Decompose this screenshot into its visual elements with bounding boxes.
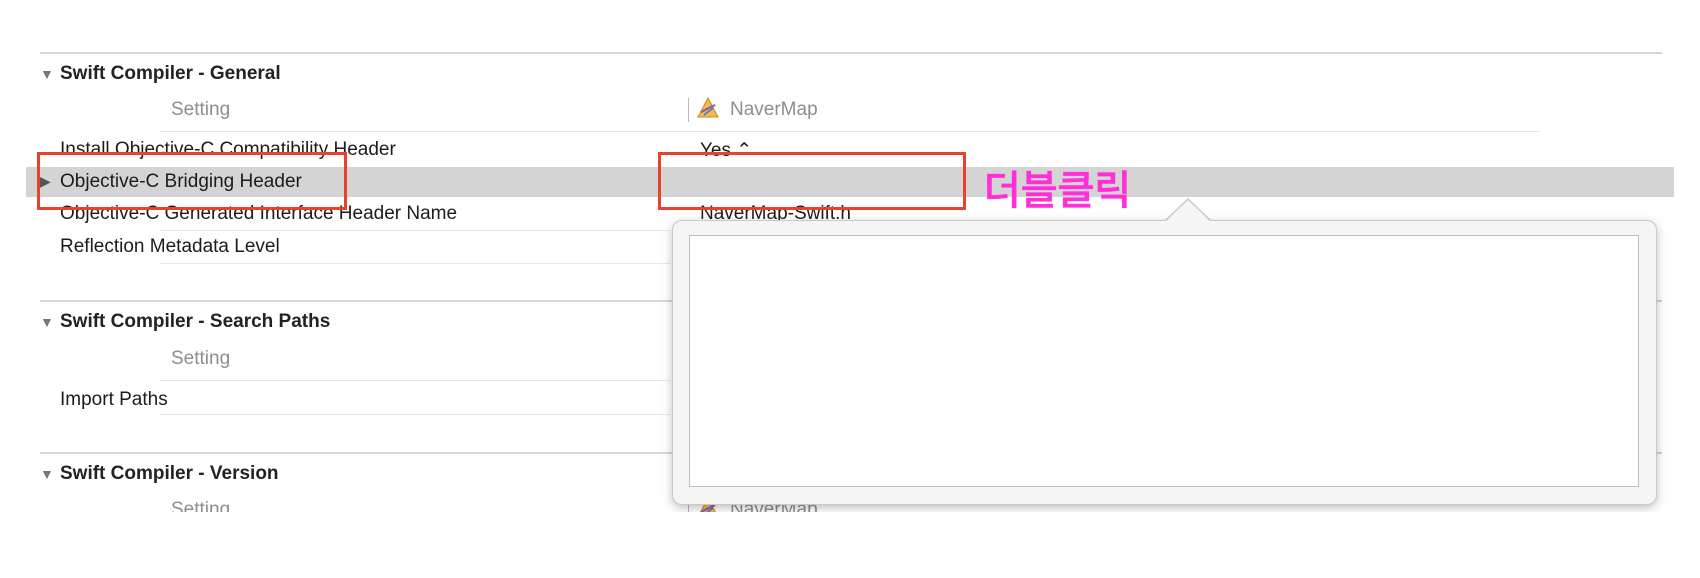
setting-column-header: Setting [171,348,231,369]
setting-column-header: Setting [171,99,231,120]
disclosure-triangle-down-icon[interactable]: ▼ [40,466,60,482]
double-click-annotation: 더블클릭 [984,169,1132,213]
bridging-header-edit-popover [672,220,1657,505]
xcode-app-target-icon [697,96,719,118]
highlight-box-setting-label [37,152,347,210]
section-header-general[interactable]: ▼ Swift Compiler - General [40,63,281,85]
blank-bottom-area [0,512,1700,578]
column-separator [688,98,689,122]
row-divider [160,263,670,264]
setting-row-import-paths[interactable]: Import Paths [60,389,168,411]
disclosure-triangle-down-icon[interactable]: ▼ [40,314,60,330]
row-divider [160,380,670,381]
section-title: Swift Compiler - Search Paths [60,311,331,332]
popover-arrow [1165,200,1211,222]
section-header-version[interactable]: ▼ Swift Compiler - Version [40,463,279,485]
bridging-header-path-textarea[interactable] [689,235,1639,487]
section-title: Swift Compiler - General [60,63,281,84]
row-divider [160,230,670,231]
section-title: Swift Compiler - Version [60,463,279,484]
section-divider [40,52,1662,54]
disclosure-triangle-down-icon[interactable]: ▼ [40,66,60,82]
row-divider [160,131,1540,132]
row-divider [160,414,670,415]
setting-row-reflection-metadata-level[interactable]: Reflection Metadata Level [60,236,280,258]
target-column-header[interactable]: NaverMap [730,99,818,121]
section-header-search-paths[interactable]: ▼ Swift Compiler - Search Paths [40,311,330,333]
highlight-box-value-cell [658,152,966,210]
